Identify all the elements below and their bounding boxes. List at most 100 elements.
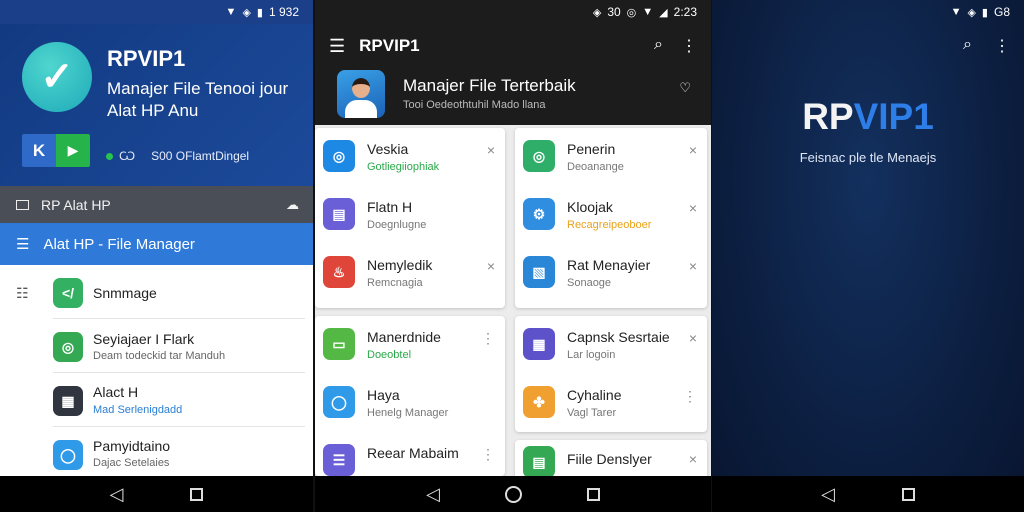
app-subtitle-line1: Manajer File Tenooi jour [107,79,289,98]
toolbar: ☰ Alat HP - File Manager [0,223,313,265]
app-title: RPVIP1 [359,36,420,55]
app-name: Cyhaline [567,387,622,403]
more-vert-icon[interactable]: ⋮ [681,36,697,56]
shield-icon: ◯ [53,440,83,470]
status-bar: ◈ 30 ◎ ▼ ◢ 2:23 [315,0,711,24]
item-subtitle: Deam todeckid tar Manduh [93,350,226,362]
app-title: RPVIP1 [107,46,186,71]
app-row[interactable]: ♨ Nemyledik Remcnagia × [315,244,505,302]
nav-bar: ◁ [315,476,711,512]
recents-icon [190,487,203,501]
section-bar-label: RP Alat HP [41,196,111,213]
status-bar: ▼ ◈ ▮ 1 932 [0,0,313,24]
app-subtitle-line2: Alat HP Anu [107,101,199,120]
chrome-icon: ◎ [523,140,555,172]
app-row[interactable]: ✤ Cyhaline Vagl Tarer ⋮ [515,374,707,432]
avatar-body [345,100,377,118]
close-icon[interactable]: × [689,200,697,216]
folder-icon: ▧ [523,256,555,288]
app-card: ▦ Capnsk Sesrtaie Lar logoin × ✤ Cyhalin… [515,316,707,432]
signal-icon: ◈ [967,6,976,19]
app-name: Rat Menayier [567,257,651,273]
pinwheel-icon: ✤ [523,386,555,418]
app-subtitle: Lar logoin [567,349,616,361]
heart-icon[interactable]: ♡ [679,80,691,96]
more-vert-icon[interactable]: ⋮ [481,446,495,463]
chrome-icon: ◎ [53,332,83,362]
list-header-label: Snmmage [93,285,157,301]
avatar[interactable] [337,70,385,118]
app-card: ▭ Manerdnide Doeobtel ⋮ ◯ Haya Henelg Ma… [315,316,505,476]
app-row[interactable]: ▧ Rat Menayier Sonaoge × [515,244,707,302]
app-row[interactable]: ▦ Capnsk Sesrtaie Lar logoin × [515,316,707,374]
app-subtitle: Recagreipeoboer [567,219,652,231]
back-icon[interactable]: ◁ [105,482,129,506]
store-buttons[interactable]: K ▶ [22,134,90,167]
cloud-icon[interactable]: ☁ [286,197,299,213]
app-card: ▤ Fiile Denslyer × [515,440,707,480]
app-name: Flatn H [367,199,413,215]
list-item[interactable]: ◎ Seyiajaer I Flark Deam todeckid tar Ma… [0,319,313,375]
shield-icon: ◯ [323,386,355,418]
item-title: Seyiajaer I Flark [93,331,195,347]
store-k-button[interactable]: K [22,134,56,167]
search-icon[interactable]: ⌕ [654,36,663,56]
close-icon[interactable]: × [689,258,697,274]
app-subtitle: Henelg Manager [367,407,449,419]
splash-title: RPVIP1 [712,96,1024,138]
app-name: Kloojak [567,199,613,215]
signal-icon: ◈ [242,6,251,19]
back-icon[interactable]: ◁ [421,482,445,506]
recents-button[interactable] [581,482,605,506]
app-row[interactable]: ◯ Haya Henelg Manager [315,374,505,432]
list-item[interactable]: ◯ Pamyidtaino Dajac Setelaies [0,427,313,483]
panel-splash: ▼ ◈ ▮ G8 ⌕ ⋮ RPVIP1 Feisnac ple tle Mena… [712,0,1024,512]
splash-title-white: RP [802,96,854,137]
app-bar-actions: ⌕ ⋮ [654,36,697,56]
close-icon[interactable]: × [689,330,697,346]
app-name: Fiile Denslyer [567,451,652,467]
app-row[interactable]: ⚙ Kloojak Recagreipeoboer × [515,186,707,244]
app-subtitle: Deoanange [567,161,624,173]
flame-icon: ♨ [323,256,355,288]
back-icon[interactable]: ◁ [816,482,840,506]
item-subtitle: Dajac Setelaies [93,457,170,469]
list-header[interactable]: ☷ </ Snmmage [0,265,313,321]
play-icon[interactable]: ▶ [56,134,90,167]
more-vert-icon[interactable]: ⋮ [683,388,697,405]
section-bar[interactable]: RP Alat HP ☁ [0,186,313,223]
list-icon: ☷ [16,284,29,301]
item-title: Alact H [93,384,139,400]
app-row[interactable]: ◎ Veskia Gotliegiiophiak × [315,128,505,186]
panel-app-grid: ◈ 30 ◎ ▼ ◢ 2:23 ☰ RPVIP1 ⌕ ⋮ Manajer Fil… [315,0,711,512]
close-icon[interactable]: × [487,258,495,274]
app-meta: Ѡ S00 OFlamtDingel [106,149,249,163]
data-icon: ◎ [626,6,637,19]
recents-button[interactable] [185,482,209,506]
header-subtitle: Tooi Oedeothtuhil Mado llana [403,99,546,111]
home-button[interactable] [501,482,525,506]
recents-icon [586,487,600,501]
app-bar-actions: ⌕ ⋮ [963,36,1010,56]
list-item[interactable]: ▦ Alact H Mad Serlenigdadd [0,373,313,429]
app-row[interactable]: ◎ Penerin Deoanange × [515,128,707,186]
app-subtitle: Sonaoge [567,277,612,289]
toolbar-title: Alat HP - File Manager [43,235,195,253]
item-subtitle: Mad Serlenigdadd [93,404,183,416]
app-row[interactable]: ▭ Manerdnide Doeobtel ⋮ [315,316,505,374]
home-icon [504,485,522,503]
menu-icon[interactable]: ☰ [16,235,29,253]
more-vert-icon[interactable]: ⋮ [481,330,495,347]
meta-text: S00 OFlamtDingel [151,149,250,163]
close-icon[interactable]: × [487,142,495,158]
more-vert-icon[interactable]: ⋮ [994,36,1010,56]
recents-button[interactable] [896,482,920,506]
search-icon[interactable]: ⌕ [963,36,972,56]
close-icon[interactable]: × [689,451,697,467]
status-left: 30 [607,5,621,19]
menu-icon[interactable]: ☰ [329,36,345,57]
avatar-head [352,78,370,98]
close-icon[interactable]: × [689,142,697,158]
app-row[interactable]: ▤ Flatn H Doegnlugne [315,186,505,244]
app-subtitle: Gotliegiiophiak [367,161,440,173]
